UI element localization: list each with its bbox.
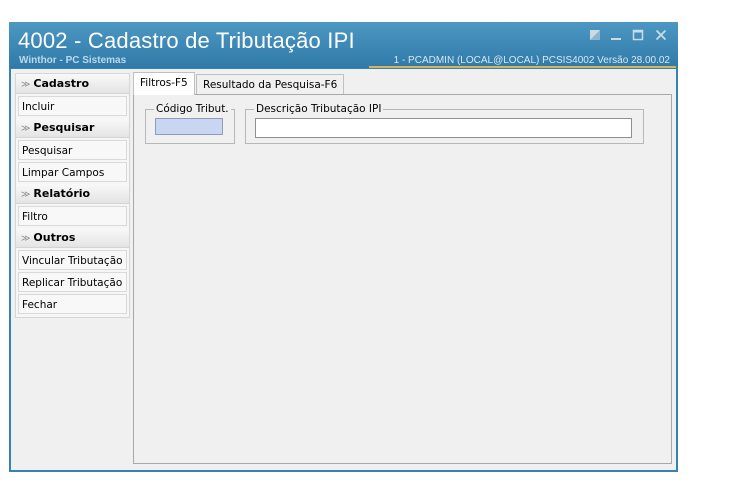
- session-status: 1 - PCADMIN (LOCAL@LOCAL) PCSIS4002 Vers…: [393, 55, 670, 66]
- group-label: Pesquisar: [33, 121, 95, 134]
- codigo-tribut-input[interactable]: [155, 118, 223, 135]
- chevron-down-icon: ≫: [21, 124, 31, 134]
- window-title: 4002 - Cadastro de Tributação IPI: [18, 28, 355, 53]
- group-label: Relatório: [33, 187, 91, 200]
- title-bar: 4002 - Cadastro de Tributação IPI Wintho…: [9, 22, 678, 68]
- incluir-button[interactable]: Incluir: [18, 96, 127, 116]
- chevron-down-icon: ≫: [21, 80, 31, 90]
- group-relatorio[interactable]: ≫ Relatório: [16, 184, 129, 204]
- group-label: Outros: [33, 231, 76, 244]
- descricao-label: Descrição Tributação IPI: [256, 103, 382, 115]
- close-icon[interactable]: [654, 29, 668, 43]
- filtro-button[interactable]: Filtro: [18, 206, 127, 226]
- replicar-tributacao-button[interactable]: Replicar Tributação: [18, 272, 127, 292]
- fechar-button[interactable]: Fechar: [18, 294, 127, 314]
- window-body: ≫ Cadastro Incluir ≫ Pesquisar Pesquisar L…: [11, 69, 676, 470]
- tab-resultado[interactable]: Resultado da Pesquisa-F6: [196, 74, 345, 95]
- window-subtitle: Winthor - PC Sistemas: [19, 55, 127, 66]
- codigo-group: Código Tribut.: [145, 103, 235, 144]
- main-window: 4002 - Cadastro de Tributação IPI Wintho…: [9, 22, 678, 472]
- group-outros[interactable]: ≫ Outros: [16, 228, 129, 248]
- chevron-down-icon: ≫: [21, 234, 31, 244]
- filters-panel: Código Tribut. Descrição Tributação IPI: [133, 94, 672, 464]
- action-sidebar: ≫ Cadastro Incluir ≫ Pesquisar Pesquisar L…: [15, 73, 130, 318]
- tab-filtros[interactable]: Filtros-F5: [133, 72, 195, 95]
- status-underline: [369, 66, 676, 68]
- main-content: Filtros-F5 Resultado da Pesquisa-F6 Códi…: [133, 72, 672, 466]
- vincular-tributacao-button[interactable]: Vincular Tributação: [18, 250, 127, 270]
- group-pesquisar[interactable]: ≫ Pesquisar: [16, 118, 129, 138]
- descricao-group: Descrição Tributação IPI: [245, 103, 644, 144]
- maximize-icon[interactable]: [631, 29, 645, 43]
- limpar-campos-button[interactable]: Limpar Campos: [18, 162, 127, 182]
- restore-icon[interactable]: [588, 29, 602, 43]
- codigo-label: Código Tribut.: [156, 103, 229, 115]
- minimize-icon[interactable]: [609, 29, 623, 43]
- group-label: Cadastro: [33, 77, 90, 90]
- descricao-tributacao-input[interactable]: [255, 118, 632, 138]
- pesquisar-button[interactable]: Pesquisar: [18, 140, 127, 160]
- group-cadastro[interactable]: ≫ Cadastro: [16, 74, 129, 94]
- chevron-down-icon: ≫: [21, 190, 31, 200]
